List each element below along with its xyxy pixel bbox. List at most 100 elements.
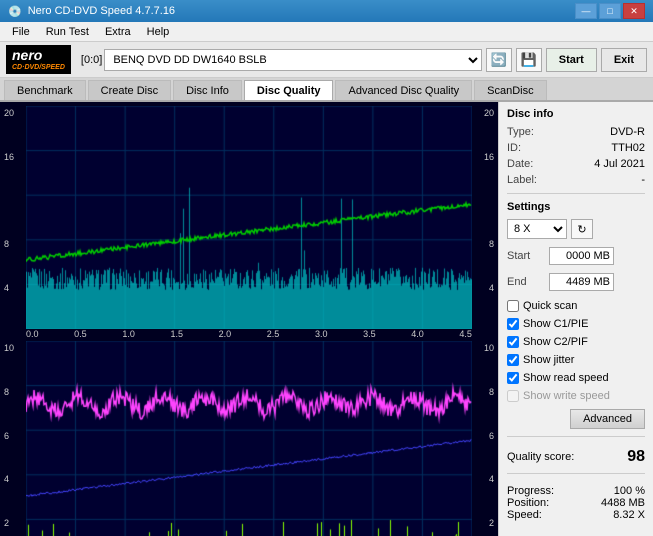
disc-id-value: TTH02 xyxy=(611,142,645,154)
show-jitter-row: Show jitter xyxy=(507,354,645,366)
show-c2pif-checkbox[interactable] xyxy=(507,336,519,348)
quality-score-value: 98 xyxy=(627,448,645,466)
divider-2 xyxy=(507,436,645,437)
drive-select[interactable]: BENQ DVD DD DW1640 BSLB xyxy=(104,49,481,71)
position-label: Position: xyxy=(507,497,549,509)
menu-help[interactable]: Help xyxy=(139,24,178,40)
menu-file[interactable]: File xyxy=(4,24,38,40)
position-row: Position: 4488 MB xyxy=(507,497,645,509)
disc-label-value: - xyxy=(641,174,645,186)
show-read-speed-checkbox[interactable] xyxy=(507,372,519,384)
menu-extra[interactable]: Extra xyxy=(97,24,139,40)
info-panel: Disc info Type: DVD-R ID: TTH02 Date: 4 … xyxy=(498,102,653,536)
drive-index-label: [0:0] xyxy=(81,54,102,66)
save-icon[interactable]: 💾 xyxy=(516,48,542,72)
position-value: 4488 MB xyxy=(601,497,645,509)
quick-scan-label: Quick scan xyxy=(523,300,577,312)
y-label-16: 16 xyxy=(4,152,26,162)
divider-3 xyxy=(507,473,645,474)
disc-type-value: DVD-R xyxy=(610,126,645,138)
disc-label-label: Label: xyxy=(507,174,537,186)
bottom-chart-container: 108642 108642 xyxy=(4,341,494,536)
top-chart-x-axis: 0.00.51.01.52.02.53.03.54.04.5 xyxy=(4,329,494,339)
reload-icon[interactable]: 🔄 xyxy=(486,48,512,72)
tab-create-disc[interactable]: Create Disc xyxy=(88,80,171,100)
tab-scandisc[interactable]: ScanDisc xyxy=(474,80,546,100)
disc-id-label: ID: xyxy=(507,142,521,154)
top-chart-canvas xyxy=(26,106,472,329)
menu-run-test[interactable]: Run Test xyxy=(38,24,97,40)
menubar: File Run Test Extra Help xyxy=(0,22,653,42)
tab-advanced-disc-quality[interactable]: Advanced Disc Quality xyxy=(335,80,472,100)
top-chart-y-axis-right: 20 16 8 4 xyxy=(472,106,494,329)
show-c1pie-row: Show C1/PIE xyxy=(507,318,645,330)
show-write-speed-label: Show write speed xyxy=(523,390,610,402)
y-label-4: 4 xyxy=(4,283,26,293)
maximize-button[interactable]: □ xyxy=(599,3,621,19)
start-input[interactable]: 0000 MB xyxy=(549,247,614,265)
quick-scan-row: Quick scan xyxy=(507,300,645,312)
speed-value: 8.32 X xyxy=(613,509,645,521)
bottom-chart-y-axis-left: 108642 xyxy=(4,341,26,536)
quality-score-row: Quality score: 98 xyxy=(507,448,645,466)
start-label: Start xyxy=(507,250,545,262)
disc-label-row: Label: - xyxy=(507,174,645,186)
show-c2pif-row: Show C2/PIF xyxy=(507,336,645,348)
show-jitter-label: Show jitter xyxy=(523,354,574,366)
disc-info-title: Disc info xyxy=(507,108,645,120)
y-right-16: 16 xyxy=(472,152,494,162)
top-chart-y-axis-left: 20 16 8 4 xyxy=(4,106,26,329)
charts-and-legend: 20 16 8 4 20 16 8 4 xyxy=(0,102,498,536)
end-label: End xyxy=(507,276,545,288)
top-chart-container: 20 16 8 4 20 16 8 4 xyxy=(4,106,494,329)
minimize-button[interactable]: — xyxy=(575,3,597,19)
y-label-8: 8 xyxy=(4,239,26,249)
y-right-4: 4 xyxy=(472,283,494,293)
speed-row-progress: Speed: 8.32 X xyxy=(507,509,645,521)
titlebar: 💿 Nero CD-DVD Speed 4.7.7.16 — □ ✕ xyxy=(0,0,653,22)
advanced-button[interactable]: Advanced xyxy=(570,409,645,429)
quality-score-label: Quality score: xyxy=(507,451,574,463)
show-write-speed-row: Show write speed xyxy=(507,390,645,402)
exit-button[interactable]: Exit xyxy=(601,48,647,72)
disc-date-value: 4 Jul 2021 xyxy=(594,158,645,170)
nero-logo-sub: CD·DVD/SPEED xyxy=(12,64,65,72)
toolbar: nero CD·DVD/SPEED [0:0] BENQ DVD DD DW16… xyxy=(0,42,653,78)
speed-label: Speed: xyxy=(507,509,542,521)
tabbar: Benchmark Create Disc Disc Info Disc Qua… xyxy=(0,78,653,102)
main-content: 20 16 8 4 20 16 8 4 xyxy=(0,102,653,536)
progress-section: Progress: 100 % Position: 4488 MB Speed:… xyxy=(507,485,645,521)
progress-label: Progress: xyxy=(507,485,554,497)
show-c1pie-checkbox[interactable] xyxy=(507,318,519,330)
nero-logo: nero CD·DVD/SPEED xyxy=(6,45,71,74)
disc-type-label: Type: xyxy=(507,126,534,138)
quick-scan-checkbox[interactable] xyxy=(507,300,519,312)
tab-benchmark[interactable]: Benchmark xyxy=(4,80,86,100)
show-jitter-checkbox[interactable] xyxy=(507,354,519,366)
y-label-20: 20 xyxy=(4,108,26,118)
progress-value: 100 % xyxy=(614,485,645,497)
refresh-settings-icon[interactable]: ↻ xyxy=(571,219,593,239)
show-read-speed-label: Show read speed xyxy=(523,372,609,384)
chart-area: 20 16 8 4 20 16 8 4 xyxy=(0,102,498,536)
start-button[interactable]: Start xyxy=(546,48,597,72)
end-input[interactable]: 4489 MB xyxy=(549,273,614,291)
y-right-8: 8 xyxy=(472,239,494,249)
app-icon: 💿 xyxy=(8,5,22,18)
speed-select[interactable]: 8 X 4 X 2 X 1 X xyxy=(507,219,567,239)
drive-selector-group: [0:0] BENQ DVD DD DW1640 BSLB xyxy=(81,49,482,71)
settings-title: Settings xyxy=(507,201,645,213)
tab-disc-info[interactable]: Disc Info xyxy=(173,80,242,100)
close-button[interactable]: ✕ xyxy=(623,3,645,19)
show-write-speed-checkbox[interactable] xyxy=(507,390,519,402)
app-title: Nero CD-DVD Speed 4.7.7.16 xyxy=(28,5,175,17)
disc-date-row: Date: 4 Jul 2021 xyxy=(507,158,645,170)
titlebar-title-group: 💿 Nero CD-DVD Speed 4.7.7.16 xyxy=(8,5,175,18)
tab-disc-quality[interactable]: Disc Quality xyxy=(244,80,334,100)
show-c2pif-label: Show C2/PIF xyxy=(523,336,588,348)
end-row: End 4489 MB xyxy=(507,273,645,291)
disc-date-label: Date: xyxy=(507,158,533,170)
progress-row: Progress: 100 % xyxy=(507,485,645,497)
disc-id-row: ID: TTH02 xyxy=(507,142,645,154)
titlebar-controls: — □ ✕ xyxy=(575,3,645,19)
